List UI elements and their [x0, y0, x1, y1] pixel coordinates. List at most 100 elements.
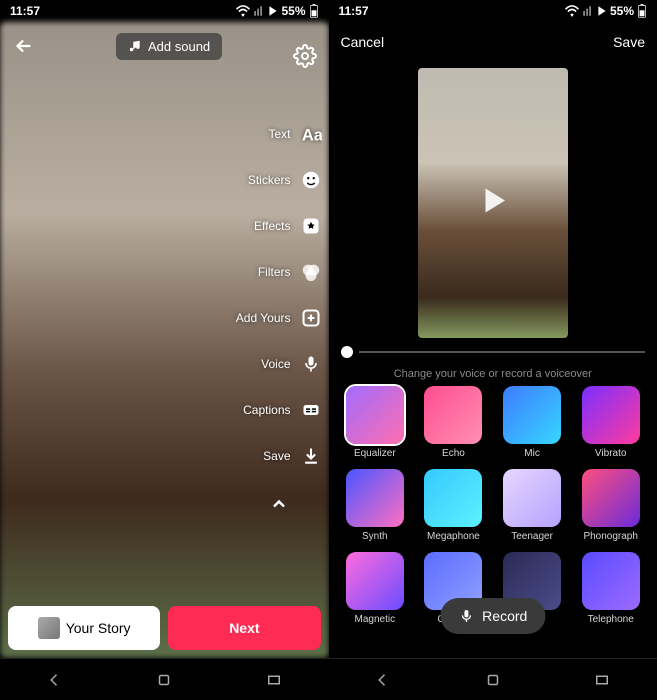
effect-label: Vibrato — [595, 448, 627, 459]
your-story-button[interactable]: Your Story — [8, 606, 160, 650]
effect-tile-icon — [346, 386, 404, 444]
effect-label: Phonograph — [583, 531, 638, 542]
voice-effect-megaphone[interactable]: Megaphone — [417, 469, 490, 542]
nav-recent[interactable] — [265, 671, 283, 689]
android-nav — [0, 658, 329, 700]
voice-effect-mic[interactable]: Mic — [496, 386, 569, 459]
progress-slider[interactable] — [329, 346, 657, 358]
captions-icon — [299, 398, 323, 422]
tool-label: Voice — [261, 357, 290, 371]
tool-save[interactable]: Save — [236, 444, 323, 468]
text-icon: Aa — [299, 122, 323, 146]
your-story-label: Your Story — [66, 620, 131, 636]
effect-tile-icon — [582, 469, 640, 527]
voice-effect-telephone[interactable]: Telephone — [574, 552, 647, 625]
effect-label: Teenager — [511, 531, 553, 542]
nav-back[interactable] — [46, 671, 64, 689]
voice-screen: 11:57 55% Cancel Save Change your voice … — [329, 0, 657, 700]
tool-label: Effects — [254, 219, 290, 233]
slider-thumb[interactable] — [341, 346, 353, 358]
tool-label: Filters — [258, 265, 291, 279]
effect-tile-icon — [503, 386, 561, 444]
voice-hint: Change your voice or record a voiceover — [329, 368, 657, 380]
filters-icon — [299, 260, 323, 284]
chevron-up-icon — [269, 494, 289, 514]
effect-tile-icon — [582, 386, 640, 444]
tool-voice[interactable]: Voice — [236, 352, 323, 376]
tool-filters[interactable]: Filters — [236, 260, 323, 284]
tool-text[interactable]: Text Aa — [236, 122, 323, 146]
status-right: 55% — [565, 4, 647, 18]
collapse-tools[interactable] — [236, 494, 323, 514]
download-icon — [299, 444, 323, 468]
effect-label: Magnetic — [355, 614, 396, 625]
stickers-icon — [299, 168, 323, 192]
nav-recent[interactable] — [593, 671, 611, 689]
gear-icon — [293, 44, 317, 68]
voice-effect-teenager[interactable]: Teenager — [496, 469, 569, 542]
effect-tile-icon — [424, 386, 482, 444]
effect-tile-icon — [346, 469, 404, 527]
effect-tile-icon — [503, 469, 561, 527]
nav-home[interactable] — [484, 671, 502, 689]
back-button[interactable] — [10, 32, 38, 60]
status-bar: 11:57 55% — [0, 0, 329, 22]
story-thumb-icon — [38, 617, 60, 639]
tool-stickers[interactable]: Stickers — [236, 168, 323, 192]
add-sound-label: Add sound — [148, 39, 210, 54]
save-button[interactable]: Save — [613, 34, 645, 50]
tool-add-yours[interactable]: Add Yours — [236, 306, 323, 330]
nav-back[interactable] — [374, 671, 392, 689]
settings-button[interactable] — [291, 42, 319, 70]
status-time: 11:57 — [339, 4, 369, 18]
play-icon — [475, 183, 511, 224]
plus-box-icon — [299, 306, 323, 330]
video-preview[interactable] — [418, 68, 568, 338]
effect-label: Telephone — [588, 614, 634, 625]
status-bar: 11:57 55% — [329, 0, 657, 22]
status-right: 55% — [236, 4, 318, 18]
tool-label: Captions — [243, 403, 290, 417]
voice-effect-phonograph[interactable]: Phonograph — [574, 469, 647, 542]
status-battery: 55% — [281, 4, 305, 18]
effect-label: Megaphone — [427, 531, 480, 542]
tool-panel: Text Aa Stickers Effects Filters Add You… — [236, 122, 323, 514]
effect-label: Equalizer — [354, 448, 396, 459]
voice-effect-equalizer[interactable]: Equalizer — [339, 386, 412, 459]
voice-effects-grid: Equalizer Echo Mic Vibrato Synth Megaphone Tee… — [329, 386, 657, 625]
voice-effect-echo[interactable]: Echo — [417, 386, 490, 459]
effects-icon — [299, 214, 323, 238]
record-button[interactable]: Record — [440, 598, 545, 634]
effect-label: Synth — [362, 531, 388, 542]
effect-tile-icon — [346, 552, 404, 610]
next-button[interactable]: Next — [168, 606, 320, 650]
tool-effects[interactable]: Effects — [236, 214, 323, 238]
effect-label: Echo — [442, 448, 465, 459]
nav-home[interactable] — [155, 671, 173, 689]
add-sound-button[interactable]: Add sound — [116, 33, 222, 60]
tool-label: Save — [263, 449, 290, 463]
mic-icon — [299, 352, 323, 376]
editor-overlay: Add sound Text Aa Stickers Effects Filte… — [0, 22, 329, 658]
effect-label: Mic — [524, 448, 540, 459]
status-battery: 55% — [610, 4, 634, 18]
android-nav — [329, 658, 657, 700]
cancel-button[interactable]: Cancel — [341, 34, 385, 50]
editor-screen: 11:57 55% Add sound Text Aa — [0, 0, 329, 700]
effect-tile-icon — [424, 469, 482, 527]
mic-icon — [458, 608, 474, 624]
status-time: 11:57 — [10, 4, 40, 18]
effect-tile-icon — [582, 552, 640, 610]
music-icon — [128, 39, 142, 53]
next-label: Next — [229, 620, 259, 636]
tool-captions[interactable]: Captions — [236, 398, 323, 422]
tool-label: Text — [268, 127, 290, 141]
record-label: Record — [482, 608, 527, 624]
tool-label: Add Yours — [236, 311, 291, 325]
slider-track — [359, 351, 646, 353]
voice-effect-magnetic[interactable]: Magnetic — [339, 552, 412, 625]
svg-text:Aa: Aa — [301, 126, 321, 144]
voice-effect-vibrato[interactable]: Vibrato — [574, 386, 647, 459]
voice-effect-synth[interactable]: Synth — [339, 469, 412, 542]
tool-label: Stickers — [248, 173, 291, 187]
